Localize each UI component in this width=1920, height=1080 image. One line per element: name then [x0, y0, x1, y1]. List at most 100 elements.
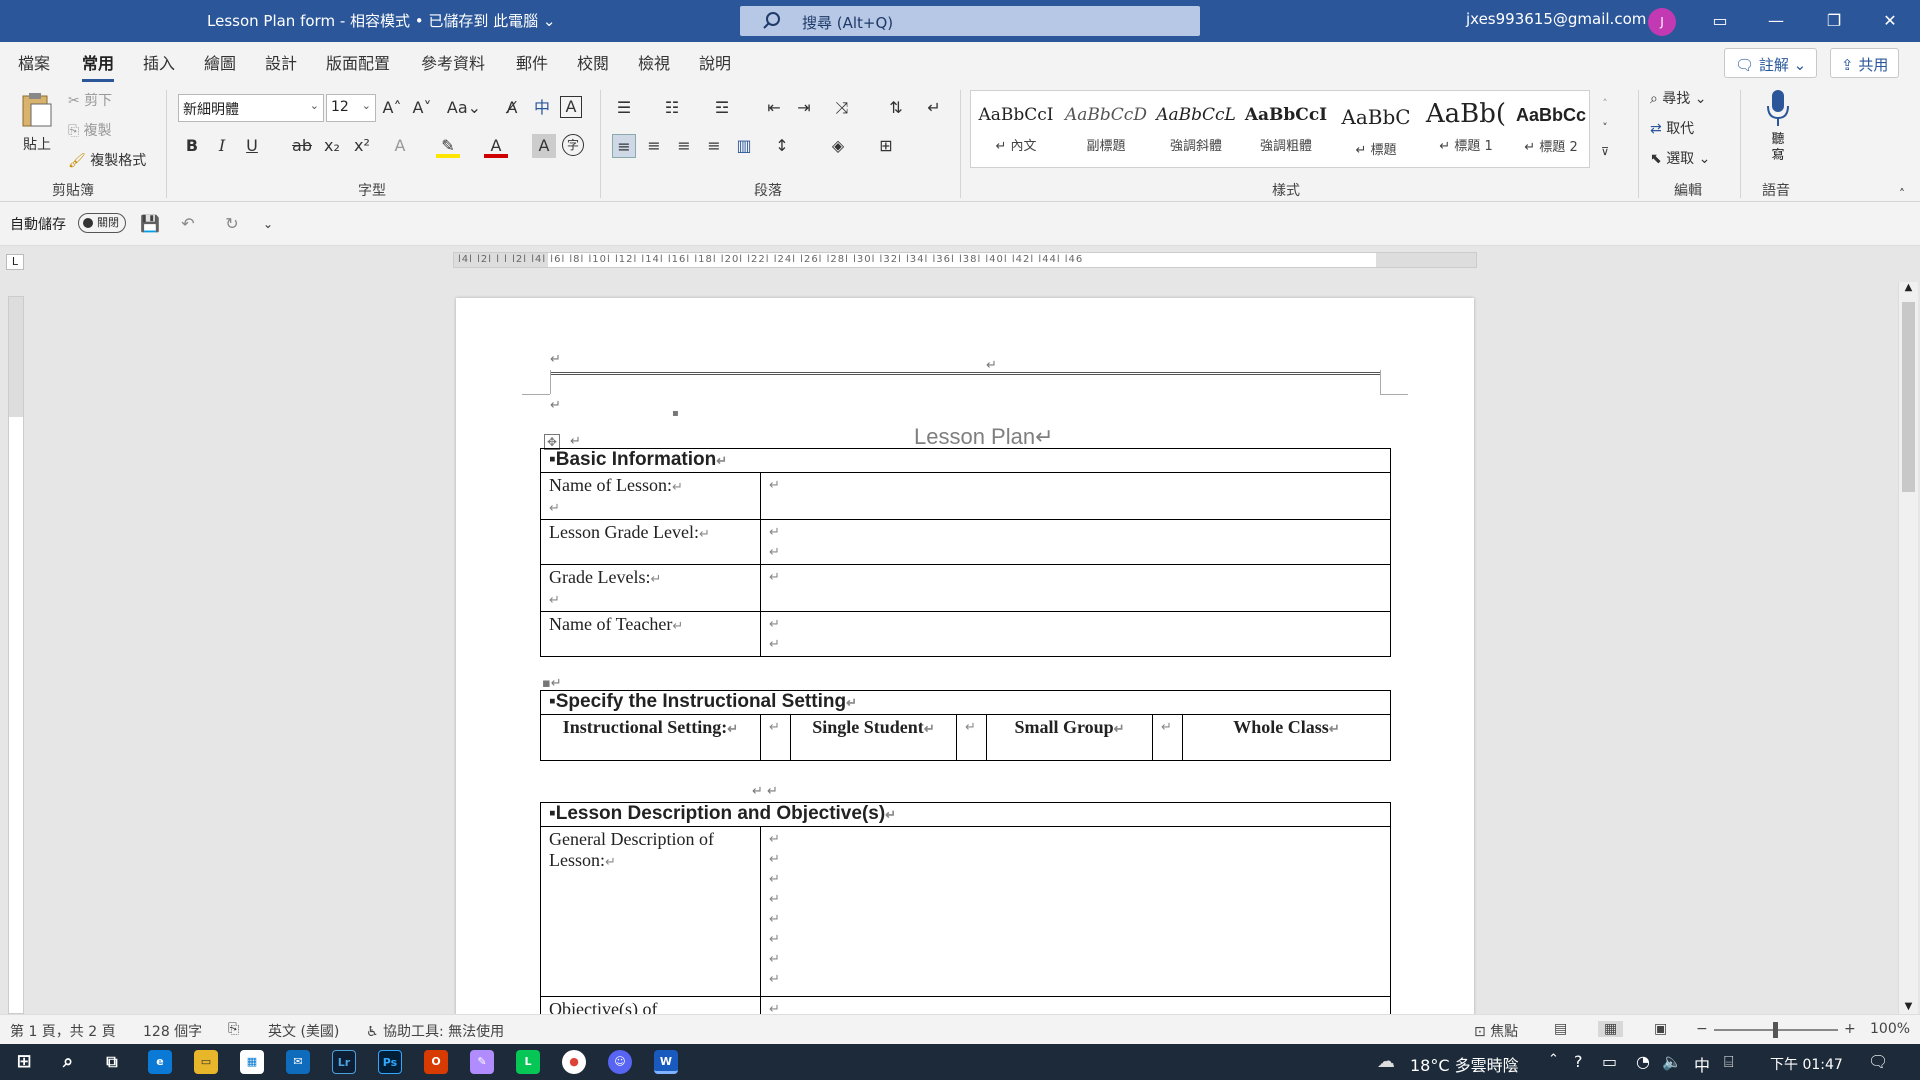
tab-selector-icon[interactable]: L	[6, 254, 24, 270]
search-icon[interactable]: ⌕	[56, 1050, 80, 1074]
zoom-out-icon[interactable]: −	[1696, 1021, 1708, 1037]
cut-button[interactable]: ✂ 剪下	[68, 90, 112, 110]
scroll-thumb[interactable]	[1902, 302, 1915, 492]
wifi-icon[interactable]: ◔	[1636, 1052, 1650, 1071]
volume-icon[interactable]: 🔈	[1662, 1052, 1682, 1071]
tab-file[interactable]: 檔案	[18, 50, 50, 74]
strikethrough-icon[interactable]: ab	[290, 134, 314, 158]
scroll-up-icon[interactable]: ▲	[1899, 282, 1918, 293]
document-title[interactable]: Lesson Plan form - 相容模式 • 已儲存到 此電腦 ⌄	[207, 10, 556, 31]
styles-scroll-down-icon[interactable]: ˅	[1596, 116, 1614, 140]
text-direction-icon[interactable]: ⤨	[830, 96, 854, 120]
web-layout-icon[interactable]: ▣	[1654, 1021, 1667, 1037]
tab-layout[interactable]: 版面配置	[326, 50, 390, 74]
account-email[interactable]: jxes993615@gmail.com	[1466, 10, 1646, 28]
tab-mailings[interactable]: 郵件	[516, 50, 548, 74]
copy-button[interactable]: ⎘ 複製	[68, 120, 112, 140]
vertical-scrollbar[interactable]: ▲ ▼	[1898, 282, 1918, 1014]
accessibility-status[interactable]: ♿ 協助工具: 無法使用	[366, 1021, 504, 1041]
word-icon[interactable]: W	[654, 1050, 678, 1074]
word-count[interactable]: 128 個字	[143, 1021, 202, 1041]
avatar[interactable]: J	[1648, 8, 1676, 36]
vertical-ruler[interactable]	[8, 296, 24, 1014]
redo-icon[interactable]: ↻	[220, 212, 244, 236]
zoom-slider-thumb[interactable]	[1773, 1022, 1778, 1038]
task-view-icon[interactable]: ⧉	[100, 1050, 124, 1074]
chrome-icon[interactable]: ●	[562, 1050, 586, 1074]
shading-icon[interactable]: ◈	[826, 134, 850, 158]
tab-design[interactable]: 設計	[265, 50, 297, 74]
share-button[interactable]: ⇪ 共用	[1830, 48, 1900, 78]
page-count[interactable]: 第 1 頁，共 2 頁	[10, 1021, 116, 1041]
ribbon-display-icon[interactable]: ▭	[1692, 0, 1748, 42]
select-button[interactable]: ⬉ 選取 ⌄	[1650, 148, 1710, 168]
font-name-combo[interactable]: 新細明體 ⌄	[178, 94, 324, 122]
font-color-icon[interactable]: A	[484, 134, 508, 158]
help-icon[interactable]: ?	[1574, 1052, 1583, 1071]
objectives-field[interactable]: ↵	[759, 996, 1392, 1014]
line-icon[interactable]: L	[516, 1050, 540, 1074]
distributed-icon[interactable]: ▥	[732, 134, 756, 158]
phonetic-guide-icon[interactable]: 中	[530, 96, 554, 120]
clear-formatting-icon[interactable]: A̸	[500, 96, 524, 120]
language-indicator[interactable]: 英文 (美國)	[268, 1021, 339, 1041]
highlight-icon[interactable]: ✎	[436, 134, 460, 158]
focus-button[interactable]: ⊡ 焦點	[1474, 1021, 1518, 1041]
ime-indicator[interactable]: 中	[1694, 1052, 1710, 1076]
input-mode-icon[interactable]: ⌸	[1724, 1052, 1734, 1072]
weather-icon[interactable]: ☁	[1374, 1050, 1398, 1074]
tab-insert[interactable]: 插入	[143, 50, 175, 74]
decrease-indent-icon[interactable]: ⇤	[762, 96, 786, 120]
grade-level-field[interactable]: ↵ ↵	[759, 519, 1392, 565]
change-case-icon[interactable]: Aa⌄	[446, 96, 482, 120]
zoom-in-icon[interactable]: +	[1844, 1021, 1856, 1037]
tray-expand-icon[interactable]: ⌃	[1548, 1052, 1559, 1067]
grade-levels-field[interactable]: ↵	[759, 564, 1392, 612]
enclose-characters-icon[interactable]: 字	[562, 134, 584, 156]
justify-icon[interactable]: ≡	[702, 134, 726, 158]
customize-qat-icon[interactable]: ⌄	[256, 212, 280, 236]
bold-icon[interactable]: B	[180, 134, 204, 158]
character-border-icon[interactable]: A	[560, 96, 582, 118]
horizontal-ruler[interactable]: l4l l2l l l l2l l4l l6l l8l l10l l12l l1…	[453, 252, 1477, 268]
align-right-icon[interactable]: ≡	[672, 134, 696, 158]
align-center-icon[interactable]: ≡	[642, 134, 666, 158]
office-icon[interactable]: O	[424, 1050, 448, 1074]
italic-icon[interactable]: I	[210, 134, 234, 158]
search-box[interactable]: 搜尋 (Alt+Q)	[740, 6, 1200, 36]
file-explorer-icon[interactable]: ▭	[194, 1050, 218, 1074]
character-shading-icon[interactable]: A	[532, 134, 556, 158]
paint-icon[interactable]: ✎	[470, 1050, 494, 1074]
small-group-checkbox[interactable]: ↵	[956, 714, 987, 761]
style-subtitle[interactable]: AaBbCcD 副標題	[1061, 91, 1151, 169]
tab-review[interactable]: 校閱	[577, 50, 609, 74]
styles-more-icon[interactable]: ⊽	[1596, 140, 1614, 164]
teacher-name-field[interactable]: ↵ ↵	[759, 611, 1392, 657]
align-left-icon[interactable]: ≡	[612, 134, 636, 158]
underline-icon[interactable]: U	[240, 134, 264, 158]
replace-button[interactable]: ⇄ 取代	[1650, 118, 1694, 138]
text-effects-icon[interactable]: A	[388, 134, 412, 158]
battery-icon[interactable]: ▭	[1602, 1052, 1617, 1071]
print-layout-icon[interactable]: ▦	[1598, 1021, 1624, 1037]
increase-indent-icon[interactable]: ⇥	[792, 96, 816, 120]
style-emphasis[interactable]: AaBbCcL 強調斜體	[1151, 91, 1241, 169]
read-mode-icon[interactable]: ▤	[1554, 1021, 1567, 1037]
undo-icon[interactable]: ↶	[176, 212, 200, 236]
comment-button[interactable]: 🗨 註解 ⌄	[1724, 48, 1818, 78]
dictate-button[interactable]: 聽寫	[1756, 88, 1800, 174]
bullets-icon[interactable]: ☰	[612, 96, 636, 120]
subscript-icon[interactable]: x₂	[320, 134, 344, 158]
general-description-field[interactable]: ↵ ↵ ↵ ↵ ↵ ↵ ↵ ↵	[759, 826, 1392, 997]
multilevel-list-icon[interactable]: ☲	[710, 96, 734, 120]
tab-draw[interactable]: 繪圖	[204, 50, 236, 74]
minimize-icon[interactable]: —	[1748, 0, 1804, 42]
tab-view[interactable]: 檢視	[638, 50, 670, 74]
whole-class-checkbox[interactable]: ↵	[1152, 714, 1183, 761]
windows-start-icon[interactable]: ⊞	[12, 1050, 36, 1074]
superscript-icon[interactable]: x²	[350, 134, 374, 158]
shrink-font-icon[interactable]: A˅	[410, 96, 434, 120]
store-icon[interactable]: ▦	[240, 1050, 264, 1074]
single-student-checkbox[interactable]: ↵	[760, 714, 791, 761]
style-strong[interactable]: AaBbCcI 強調粗體	[1241, 91, 1331, 169]
